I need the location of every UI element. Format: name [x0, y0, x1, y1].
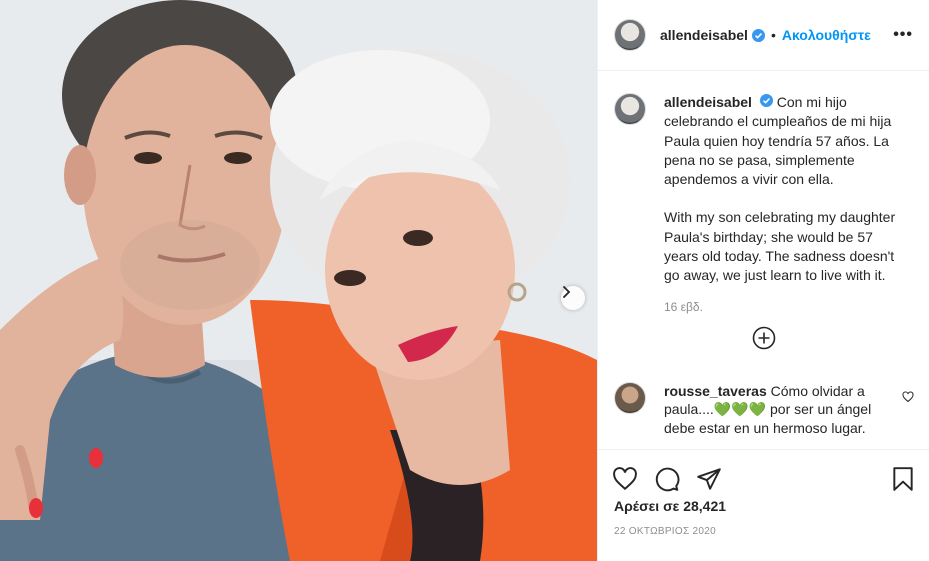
more-icon[interactable]: •••	[893, 26, 913, 44]
actions-area: Αρέσει σε 28,421 22 ΟΚΤΩΒΡΙΟΣ 2020	[598, 449, 929, 537]
post-photo[interactable]	[0, 0, 597, 561]
next-photo-button[interactable]	[561, 286, 585, 310]
verified-icon	[751, 28, 765, 42]
avatar[interactable]	[614, 382, 646, 414]
heart-icon[interactable]	[612, 466, 638, 492]
caption-body: allendeisabel Con mi hijo celebrando el …	[664, 93, 904, 317]
comment: rousse_taveras Cómo olvidar a paula....💚…	[614, 382, 914, 437]
comment-emoji: 💚💚💚	[713, 401, 767, 418]
save-icon[interactable]	[890, 466, 916, 492]
post-date: 22 ΟΚΤΩΒΡΙΟΣ 2020	[614, 526, 716, 537]
action-bar	[598, 450, 929, 498]
avatar[interactable]	[614, 93, 646, 125]
comment-icon[interactable]	[654, 466, 680, 492]
follow-button[interactable]: Ακολουθήστε	[782, 27, 871, 43]
load-more-icon[interactable]	[752, 326, 776, 350]
photo-illustration	[0, 0, 597, 561]
verified-icon	[759, 94, 773, 107]
caption-text-en: With my son celebrating my daughter Paul…	[664, 209, 899, 284]
like-comment-icon[interactable]	[902, 390, 914, 408]
caption-time[interactable]: 16 εβδ.	[664, 298, 904, 317]
share-icon[interactable]	[696, 466, 722, 492]
chevron-right-icon	[563, 286, 571, 298]
separator-dot: •	[770, 27, 776, 43]
likes-count[interactable]: Αρέσει σε 28,421	[598, 498, 929, 514]
header-username[interactable]: allendeisabel	[660, 27, 748, 43]
caption: allendeisabel Con mi hijo celebrando el …	[598, 71, 929, 317]
avatar[interactable]	[614, 19, 646, 51]
caption-username[interactable]: allendeisabel	[664, 94, 752, 110]
post-details-panel: allendeisabel • Ακολουθήστε ••• allendei…	[597, 0, 929, 561]
comment-username[interactable]: rousse_taveras	[664, 383, 767, 399]
comment-body: rousse_taveras Cómo olvidar a paula....💚…	[664, 382, 884, 437]
post-header: allendeisabel • Ακολουθήστε •••	[598, 0, 929, 71]
